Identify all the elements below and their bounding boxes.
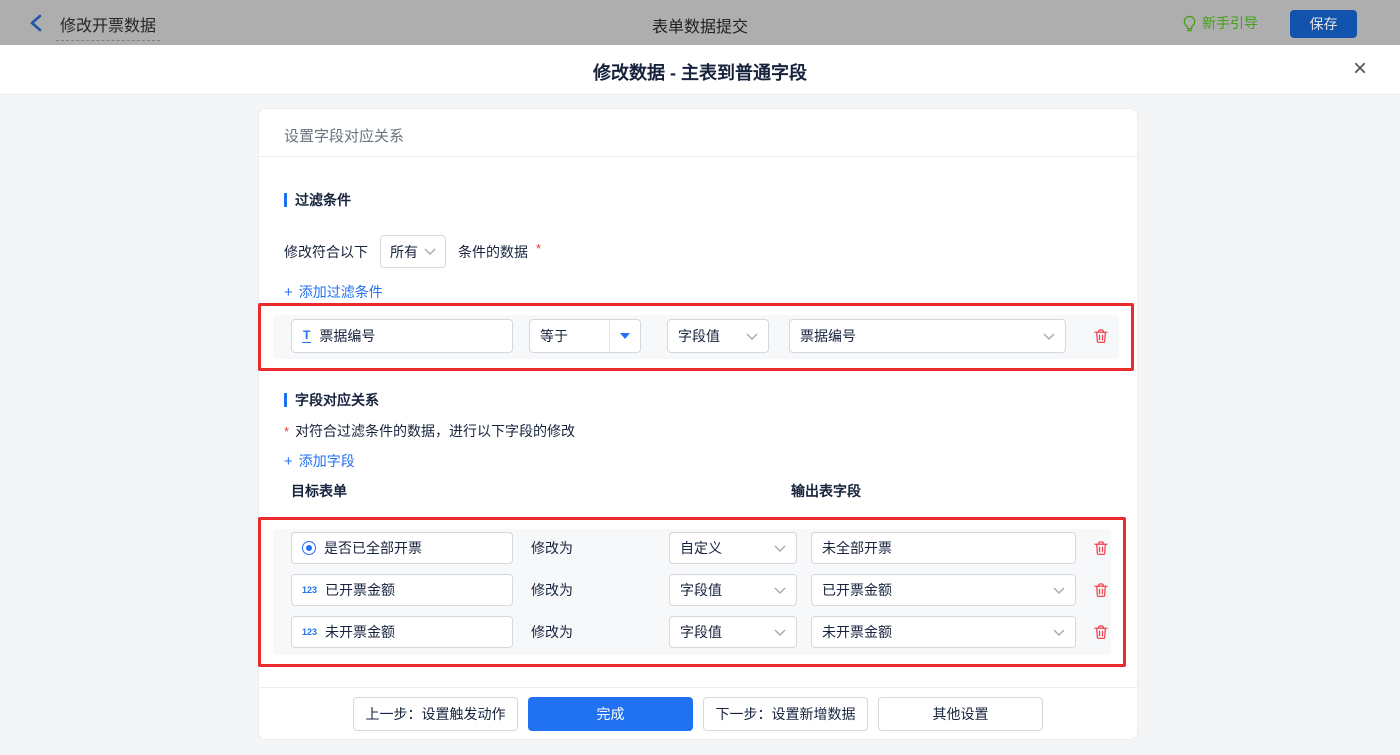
trash-icon: [1092, 623, 1110, 641]
target-form-column-header: 目标表单: [291, 483, 347, 499]
target-field-label: 未开票金额: [325, 624, 396, 640]
delete-row-button[interactable]: [1091, 622, 1111, 642]
mapping-section-label: 字段对应关系: [295, 392, 379, 408]
match-condition-row: 修改符合以下 所有 条件的数据 *: [284, 235, 541, 268]
settings-card: 设置字段对应关系 过滤条件 修改符合以下 所有 条件的数据 * + 添加过滤条件…: [258, 108, 1138, 740]
beginner-guide-label: 新手引导: [1202, 15, 1258, 31]
output-field-value: 已开票金额: [822, 582, 892, 598]
mapping-description-text: 对符合过滤条件的数据，进行以下字段的修改: [295, 423, 576, 439]
triangle-down-icon: [620, 333, 630, 339]
beginner-guide-link[interactable]: 新手引导: [1182, 13, 1258, 33]
page: 修改开票数据 表单数据提交 新手引导 保存 修改数据 - 主表到普通字段 × 设…: [0, 0, 1400, 755]
value-type-select[interactable]: 自定义: [669, 532, 797, 564]
value-type-value: 字段值: [680, 624, 722, 640]
filter-section-title: 过滤条件: [284, 190, 351, 210]
trash-icon: [1092, 539, 1110, 557]
done-button[interactable]: 完成: [528, 697, 693, 731]
match-mode-value: 所有: [390, 243, 418, 260]
section-accent-bar: [284, 193, 287, 207]
output-field-select[interactable]: 已开票金额: [811, 574, 1076, 606]
modify-to-label: 修改为: [531, 582, 573, 598]
card-header-title: 设置字段对应关系: [284, 128, 405, 145]
target-field-picker[interactable]: 123 未开票金额: [291, 616, 513, 648]
section-accent-bar: [284, 393, 287, 407]
operator-value: 等于: [540, 328, 568, 344]
value-type-value: 字段值: [680, 582, 722, 598]
mapping-description: * 对符合过滤条件的数据，进行以下字段的修改: [284, 421, 575, 441]
output-field-select[interactable]: 未开票金额: [811, 616, 1076, 648]
trash-icon: [1092, 327, 1110, 345]
mapping-section-title: 字段对应关系: [284, 390, 379, 410]
plus-icon: +: [284, 452, 293, 470]
number-icon: 123: [302, 585, 318, 595]
chevron-down-icon: [424, 248, 436, 255]
filter-field-label: 票据编号: [319, 328, 376, 344]
chevron-down-icon: [746, 332, 758, 340]
value-type-select[interactable]: 字段值: [669, 616, 797, 648]
save-button[interactable]: 保存: [1290, 10, 1357, 38]
next-step-button[interactable]: 下一步：设置新增数据: [703, 697, 868, 731]
chevron-down-icon: [774, 586, 786, 594]
match-mode-select[interactable]: 所有: [380, 235, 446, 268]
lightbulb-icon: [1182, 15, 1197, 32]
add-filter-condition-link[interactable]: + 添加过滤条件: [284, 282, 383, 302]
required-mark: *: [284, 424, 290, 439]
radio-icon: [302, 541, 316, 555]
value-type-select[interactable]: 字段值: [667, 319, 769, 353]
text-field-icon: T: [302, 328, 312, 343]
add-filter-label: 添加过滤条件: [298, 284, 383, 300]
required-mark: *: [536, 241, 542, 256]
trash-icon: [1092, 581, 1110, 599]
dialog-title: 修改数据 - 主表到普通字段: [593, 63, 807, 83]
prev-step-button[interactable]: 上一步：设置触发动作: [353, 697, 518, 731]
value-type-value: 字段值: [678, 328, 720, 344]
add-field-label: 添加字段: [298, 453, 355, 469]
target-field-label: 是否已全部开票: [324, 540, 422, 556]
annotation-box-mapping: 是否已全部开票 修改为 自定义 123: [258, 517, 1126, 667]
chevron-down-icon: [774, 544, 786, 552]
modify-to-label: 修改为: [531, 540, 573, 556]
close-icon[interactable]: ×: [1344, 54, 1376, 86]
target-field-picker[interactable]: 是否已全部开票: [291, 532, 513, 564]
dropdown-caret-zone[interactable]: [609, 320, 640, 352]
plus-icon: +: [284, 283, 293, 301]
chevron-down-icon: [1053, 586, 1065, 594]
output-field-value: 未开票金额: [822, 624, 892, 640]
custom-value-input[interactable]: [811, 532, 1076, 564]
divider: [259, 156, 1137, 157]
filter-section-label: 过滤条件: [295, 192, 351, 208]
filter-value-field: 票据编号: [800, 328, 856, 344]
chevron-down-icon: [1053, 628, 1065, 636]
top-app-bar: 修改开票数据 表单数据提交 新手引导 保存: [0, 0, 1400, 45]
other-settings-button[interactable]: 其他设置: [878, 697, 1043, 731]
delete-row-button[interactable]: [1091, 538, 1111, 558]
target-field-picker[interactable]: 123 已开票金额: [291, 574, 513, 606]
modify-to-label: 修改为: [531, 624, 573, 640]
number-icon: 123: [302, 627, 318, 637]
output-field-column-header: 输出表字段: [791, 483, 861, 499]
value-type-value: 自定义: [680, 540, 722, 556]
filter-value-select[interactable]: 票据编号: [789, 319, 1066, 353]
divider: [259, 687, 1137, 688]
target-field-label: 已开票金额: [325, 582, 396, 598]
chevron-down-icon: [774, 628, 786, 636]
dialog-body: 设置字段对应关系 过滤条件 修改符合以下 所有 条件的数据 * + 添加过滤条件…: [0, 95, 1400, 755]
delete-row-button[interactable]: [1091, 580, 1111, 600]
dialog-footer: 上一步：设置触发动作 完成 下一步：设置新增数据 其他设置: [259, 697, 1137, 731]
dialog-header: 修改数据 - 主表到普通字段 ×: [0, 45, 1400, 95]
value-type-select[interactable]: 字段值: [669, 574, 797, 606]
operator-select[interactable]: 等于: [529, 319, 641, 353]
filter-field-picker[interactable]: T 票据编号: [291, 319, 513, 353]
chevron-down-icon: [1043, 332, 1055, 340]
annotation-box-filter: T 票据编号 等于 字段值 票据编号: [258, 303, 1134, 371]
add-field-link[interactable]: + 添加字段: [284, 451, 355, 471]
match-prefix-label: 修改符合以下: [284, 243, 368, 260]
delete-filter-button[interactable]: [1091, 326, 1111, 346]
match-suffix-label: 条件的数据: [458, 243, 528, 260]
